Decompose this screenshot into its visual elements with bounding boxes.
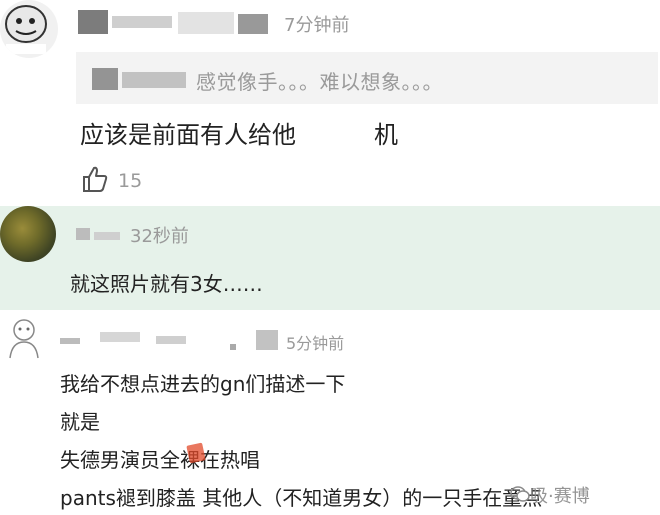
comment-time: 5分钟前 — [286, 334, 345, 353]
wechat-icon — [510, 486, 530, 502]
comment-text-line: 失德男演员全裸在热唱 — [60, 448, 260, 472]
username-obscured[interactable] — [74, 222, 124, 246]
quoted-username-obscured[interactable] — [92, 58, 188, 98]
redacted-gap — [322, 116, 366, 146]
comment-text-tail: 机 — [374, 121, 398, 149]
sketch-avatar-icon[interactable] — [2, 316, 44, 360]
avatar[interactable] — [0, 206, 56, 262]
comment-text-line: pants褪到膝盖 其他人（不知道男女）的一只手在童点 — [60, 486, 543, 510]
sticker-avatar-icon — [5, 5, 47, 54]
comment-text-line: 我给不想点进去的gn们描述一下 — [60, 372, 346, 396]
comment-time: 7分钟前 — [284, 15, 350, 36]
comment-time: 32秒前 — [130, 226, 189, 247]
avatar[interactable] — [0, 0, 58, 58]
username-obscured[interactable] — [78, 6, 270, 38]
watermark: 吸·赛博 — [530, 486, 590, 507]
comment-text-line: 就是 — [60, 410, 100, 434]
censor-mark — [186, 442, 206, 464]
comment-text: 应该是前面有人给他 — [80, 121, 296, 149]
username-obscured[interactable] — [60, 326, 280, 354]
comment-text: 就这照片就有3女…… — [70, 272, 263, 296]
thumbs-up-icon[interactable] — [80, 164, 110, 194]
quoted-comment-text: 感觉像手。。。难以想象。。。 — [196, 70, 443, 94]
like-count: 15 — [118, 170, 143, 192]
